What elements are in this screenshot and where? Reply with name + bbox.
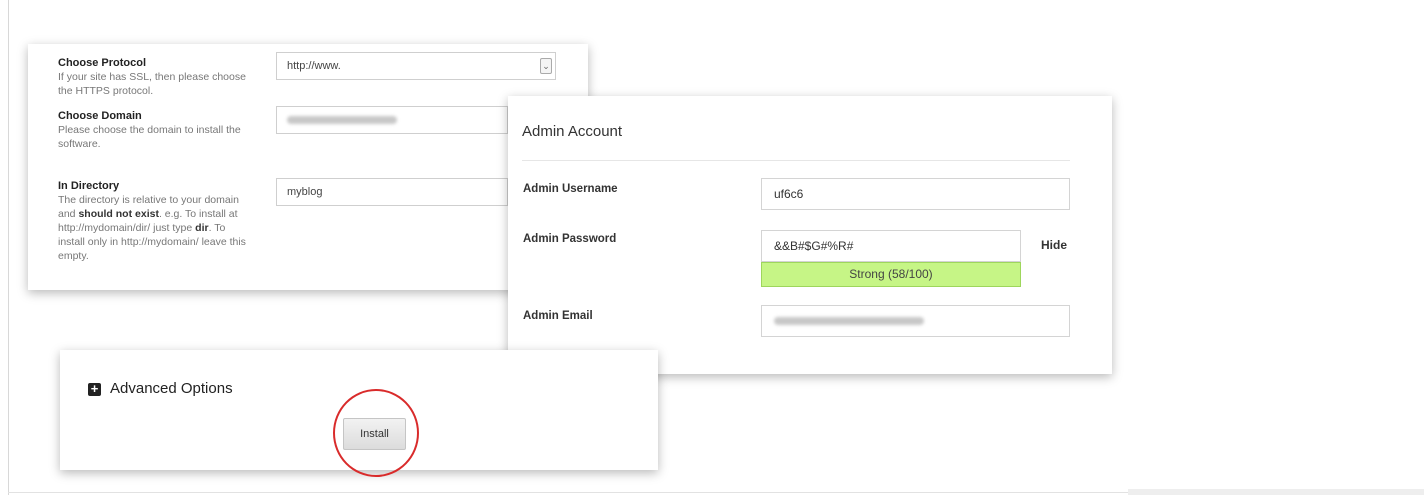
domain-description: Please choose the domain to install the … xyxy=(58,124,241,150)
hide-password-button[interactable]: Hide xyxy=(1041,238,1067,252)
directory-input-value: myblog xyxy=(287,186,323,198)
domain-value-redacted xyxy=(287,116,397,124)
directory-title: In Directory xyxy=(58,180,120,192)
protocol-setting: Choose Protocol If your site has SSL, th… xyxy=(58,56,253,98)
screenshot-canvas: Choose Protocol If your site has SSL, th… xyxy=(0,0,1424,495)
directory-setting: In Directory The directory is relative t… xyxy=(58,179,253,263)
admin-password-input[interactable]: &&B#$G#%R# xyxy=(761,230,1021,262)
directory-description: The directory is relative to your domain… xyxy=(58,194,246,262)
protocol-select-value: http://www. xyxy=(287,60,341,72)
divider xyxy=(522,160,1070,161)
admin-email-label: Admin Email xyxy=(523,310,593,322)
protocol-select[interactable]: http://www. ⌄ xyxy=(276,52,556,80)
protocol-title: Choose Protocol xyxy=(58,57,147,69)
page-border-bottom xyxy=(8,492,1128,493)
admin-password-label: Admin Password xyxy=(523,233,617,245)
domain-setting: Choose Domain Please choose the domain t… xyxy=(58,109,253,151)
domain-select[interactable] xyxy=(276,106,508,134)
install-settings-panel: Choose Protocol If your site has SSL, th… xyxy=(28,44,588,290)
admin-username-input[interactable]: uf6c6 xyxy=(761,178,1070,210)
admin-username-label: Admin Username xyxy=(523,183,618,195)
advanced-options-panel: + Advanced Options Install xyxy=(60,350,658,470)
page-corner xyxy=(1128,489,1424,495)
admin-email-input[interactable] xyxy=(761,305,1070,337)
chevron-down-icon[interactable]: ⌄ xyxy=(540,58,552,74)
protocol-description: If your site has SSL, then please choose… xyxy=(58,71,246,97)
advanced-options-toggle[interactable]: Advanced Options xyxy=(110,380,233,397)
admin-username-value: uf6c6 xyxy=(774,187,804,201)
page-border-left xyxy=(8,0,9,495)
admin-account-title: Admin Account xyxy=(522,123,623,140)
directory-input[interactable]: myblog xyxy=(276,178,508,206)
admin-password-value: &&B#$G#%R# xyxy=(774,239,854,253)
plus-square-icon[interactable]: + xyxy=(88,382,101,396)
admin-email-redacted xyxy=(774,317,924,325)
domain-title: Choose Domain xyxy=(58,110,142,122)
admin-account-panel: Admin Account Admin Username uf6c6 Admin… xyxy=(508,96,1112,374)
install-button[interactable]: Install xyxy=(343,418,406,450)
password-strength-meter: Strong (58/100) xyxy=(761,262,1021,287)
